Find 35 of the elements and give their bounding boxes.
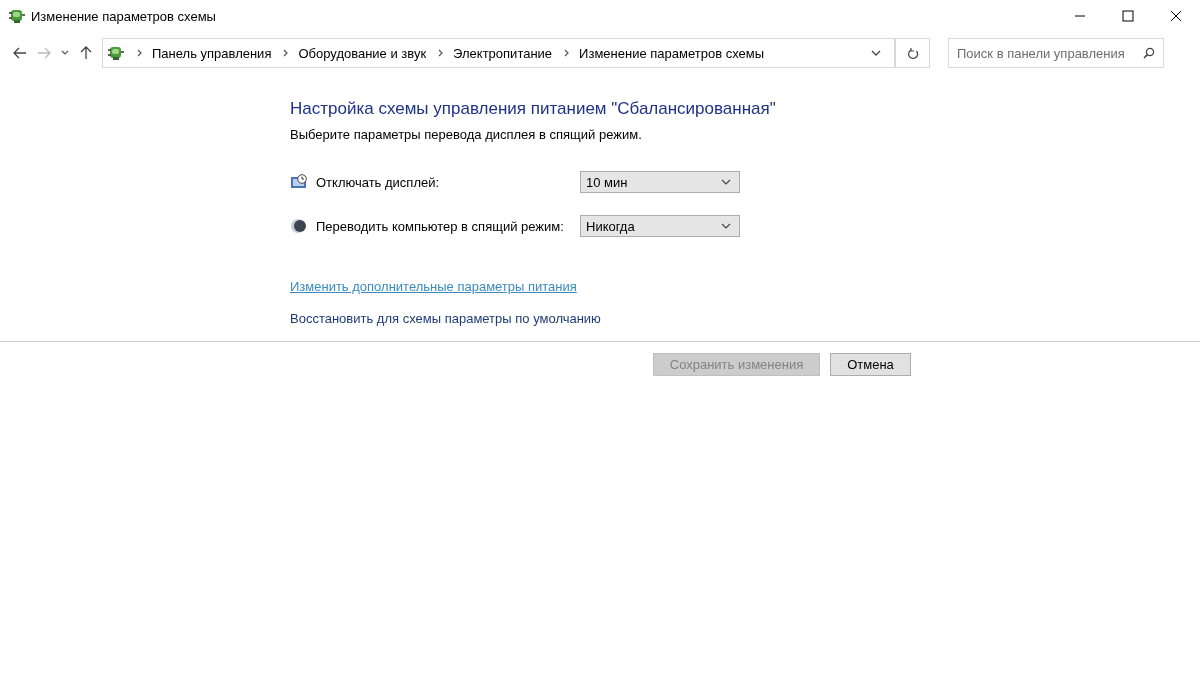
window-title: Изменение параметров схемы (31, 8, 216, 24)
moon-icon (290, 218, 306, 234)
dropdown[interactable]: Никогда (580, 215, 740, 237)
search-field[interactable]: Поиск в панели управления (948, 38, 1164, 68)
refresh-icon (906, 46, 919, 60)
breadcrumb[interactable]: Изменение параметров схемы (579, 45, 765, 61)
cancel-button[interactable]: Отмена (830, 353, 911, 376)
right-arrow-icon (37, 47, 51, 59)
chevron-icon (283, 49, 289, 57)
chevron-down-icon (721, 223, 731, 229)
close-icon (1170, 10, 1182, 22)
maximize-icon (1122, 10, 1134, 22)
breadcrumb[interactable]: Панель управления (152, 45, 272, 61)
chevron-icon (564, 49, 570, 57)
breadcrumb[interactable]: Электропитание (453, 45, 553, 61)
page-heading: Настройка схемы управления питанием "Сбалансированная" (290, 99, 776, 119)
chevron-icon (137, 49, 142, 57)
monitor-clock-icon (290, 174, 308, 190)
chevron-down-icon (721, 179, 731, 185)
left-arrow-icon (13, 47, 27, 59)
dropdown[interactable]: 10 мин (580, 171, 740, 193)
address-bar[interactable]: Панель управления Оборудование и звук Электропитание Изменение параметров схемы (102, 38, 896, 68)
refresh-button[interactable] (896, 38, 930, 68)
chevron-down-icon (61, 50, 69, 56)
link[interactable]: Восстановить для схемы параметры по умолчанию (290, 311, 601, 326)
breadcrumb[interactable]: Оборудование и звук (298, 45, 427, 61)
chevron-icon (438, 49, 444, 57)
power-plug-icon (8, 7, 26, 25)
setting-label: Отключать дисплей: (316, 174, 441, 190)
setting-label: Переводить компьютер в спящий режим: (316, 218, 565, 234)
up-arrow-icon (80, 46, 92, 60)
instruction-text: Выберите параметры перевода дисплея в спящий режим. (290, 127, 642, 142)
search-icon (1143, 47, 1155, 59)
link[interactable]: Изменить дополнительные параметры питания (290, 279, 577, 294)
power-plug-icon (107, 44, 125, 62)
